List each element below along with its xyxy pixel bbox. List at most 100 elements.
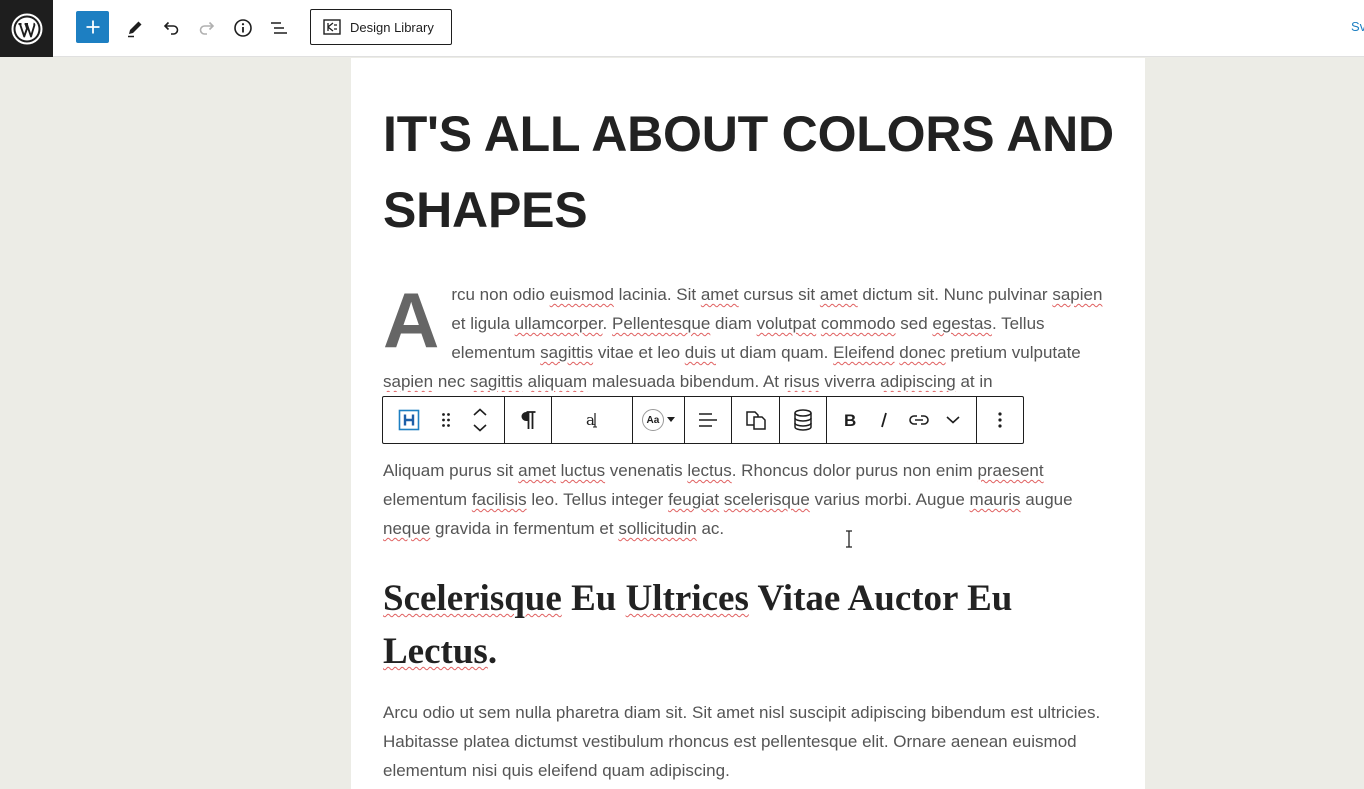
caret-down-icon bbox=[666, 417, 675, 422]
spellcheck-word: scelerisque bbox=[723, 490, 810, 509]
tools-edit-button[interactable] bbox=[118, 11, 152, 45]
move-block-controls bbox=[467, 397, 493, 443]
paragraph-2[interactable]: Aliquam purus sit amet luctus venenatis … bbox=[383, 456, 1118, 543]
text-run: Eu bbox=[561, 578, 626, 619]
block-options-button[interactable] bbox=[980, 397, 1020, 443]
editor-top-bar: Design Library Sv bbox=[0, 0, 1364, 57]
design-library-label: Design Library bbox=[350, 19, 434, 35]
drag-handle[interactable] bbox=[435, 397, 457, 443]
spellcheck-word: sagittis bbox=[469, 372, 523, 391]
text-run: at in bbox=[955, 372, 993, 391]
paragraph-text: rcu non odio euismod lacinia. Sit amet c… bbox=[383, 285, 1102, 391]
plus-icon bbox=[86, 20, 99, 34]
spellcheck-word: lectus bbox=[687, 461, 732, 480]
text-run: . bbox=[487, 631, 498, 672]
text-run: venenatis bbox=[605, 461, 688, 480]
text-run: viverra bbox=[819, 372, 881, 391]
copy-paste-icon bbox=[745, 411, 766, 430]
font-style-icon: a bbox=[586, 411, 597, 429]
text-run: Vitae Auctor Eu bbox=[748, 578, 1013, 619]
spellcheck-word: sollicitudin bbox=[618, 519, 697, 538]
spellcheck-word: aliquam bbox=[527, 372, 588, 391]
spellcheck-word: egestas bbox=[932, 314, 992, 333]
details-button[interactable] bbox=[226, 11, 260, 45]
spellcheck-word: risus bbox=[783, 372, 820, 391]
more-vertical-icon bbox=[998, 412, 1002, 428]
paragraph-3[interactable]: Arcu odio ut sem nulla pharetra diam sit… bbox=[383, 698, 1118, 785]
add-block-button[interactable] bbox=[76, 11, 109, 43]
block-type-button[interactable] bbox=[394, 397, 424, 443]
link-button[interactable] bbox=[903, 397, 935, 443]
spellcheck-word: euismod bbox=[549, 285, 614, 304]
spellcheck-word: Pellentesque bbox=[612, 314, 711, 333]
spellcheck-word: commodo bbox=[820, 314, 896, 333]
post-heading[interactable]: IT'S ALL ABOUT COLORS AND SHAPES bbox=[383, 96, 1123, 248]
text-run: elementum bbox=[383, 490, 472, 509]
list-view-icon bbox=[271, 22, 287, 34]
pencil-icon bbox=[128, 21, 142, 38]
bold-icon: B bbox=[844, 412, 856, 428]
redo-button[interactable] bbox=[190, 11, 224, 45]
spellcheck-word: Eleifend bbox=[833, 343, 895, 362]
text-run: augue bbox=[1020, 490, 1073, 509]
text-run: . bbox=[602, 314, 612, 333]
text-run: malesuada bibendum. At bbox=[587, 372, 784, 391]
text-run: sed bbox=[895, 314, 933, 333]
text-run: . Rhoncus dolor purus non enim bbox=[731, 461, 978, 480]
spellcheck-word: adipiscing bbox=[880, 372, 956, 391]
redo-icon bbox=[199, 21, 215, 35]
heading-block-icon bbox=[398, 409, 420, 431]
copy-styles-button[interactable] bbox=[736, 397, 776, 443]
spellcheck-word: donec bbox=[899, 343, 946, 362]
spellcheck-word: amet bbox=[518, 461, 556, 480]
move-down-icon[interactable] bbox=[473, 424, 487, 432]
subheading-text: Scelerisque Eu Ultrices Vitae Auctor Eu … bbox=[383, 578, 1012, 672]
link-icon bbox=[908, 415, 929, 425]
move-up-icon[interactable] bbox=[473, 408, 487, 416]
spellcheck-word: amet bbox=[700, 285, 739, 304]
text-run: diam bbox=[710, 314, 757, 333]
spellcheck-word: mauris bbox=[969, 490, 1021, 509]
paragraph-text: Aliquam purus sit amet luctus venenatis … bbox=[383, 461, 1073, 538]
more-formats-button[interactable] bbox=[937, 397, 969, 443]
spellcheck-word: sapien bbox=[383, 372, 434, 391]
align-button[interactable] bbox=[688, 397, 728, 443]
text-run: dictum sit. Nunc pulvinar bbox=[857, 285, 1053, 304]
spellcheck-word: sapien bbox=[1052, 285, 1103, 304]
italic-button[interactable] bbox=[868, 397, 900, 443]
dropcap-letter: A bbox=[383, 280, 440, 364]
text-run: pretium vulputate bbox=[945, 343, 1081, 362]
text-run: nec bbox=[433, 372, 470, 391]
spellcheck-word: facilisis bbox=[471, 490, 527, 509]
align-left-icon bbox=[699, 413, 718, 427]
spellcheck-word: Lectus bbox=[383, 631, 488, 672]
font-size-button[interactable]: Aa bbox=[634, 397, 682, 443]
undo-button[interactable] bbox=[154, 11, 188, 45]
block-toolbar: a Aa B bbox=[382, 396, 1024, 444]
text-run: cursus sit bbox=[738, 285, 820, 304]
text-run: rcu non odio bbox=[451, 285, 550, 304]
dynamic-content-button[interactable] bbox=[783, 397, 823, 443]
transform-paragraph-button[interactable] bbox=[508, 397, 548, 443]
spellcheck-word: ullamcorper bbox=[514, 314, 603, 333]
dropcap-paragraph[interactable]: A rcu non odio euismod lacinia. Sit amet… bbox=[383, 280, 1118, 392]
svg-text:B: B bbox=[844, 412, 856, 428]
database-icon bbox=[794, 409, 812, 431]
spellcheck-word: Ultrices bbox=[625, 578, 749, 619]
text-run: varius morbi. Augue bbox=[809, 490, 970, 509]
info-icon bbox=[234, 19, 252, 37]
wordpress-logo-button[interactable] bbox=[0, 0, 53, 57]
text-run: ac. bbox=[696, 519, 725, 538]
spellcheck-word: feugiat bbox=[668, 490, 720, 509]
font-size-icon: Aa bbox=[641, 409, 664, 431]
switch-link[interactable]: Sv bbox=[1351, 19, 1364, 34]
spellcheck-word: amet bbox=[819, 285, 858, 304]
text-style-button[interactable]: a bbox=[572, 397, 612, 443]
section-subheading[interactable]: Scelerisque Eu Ultrices Vitae Auctor Eu … bbox=[383, 572, 1083, 678]
chevron-down-icon bbox=[946, 416, 960, 424]
list-view-button[interactable] bbox=[262, 11, 296, 45]
text-run: lacinia. Sit bbox=[613, 285, 701, 304]
text-run: Aliquam purus sit bbox=[383, 461, 519, 480]
design-library-button[interactable]: Design Library bbox=[310, 9, 452, 45]
bold-button[interactable]: B bbox=[834, 397, 866, 443]
